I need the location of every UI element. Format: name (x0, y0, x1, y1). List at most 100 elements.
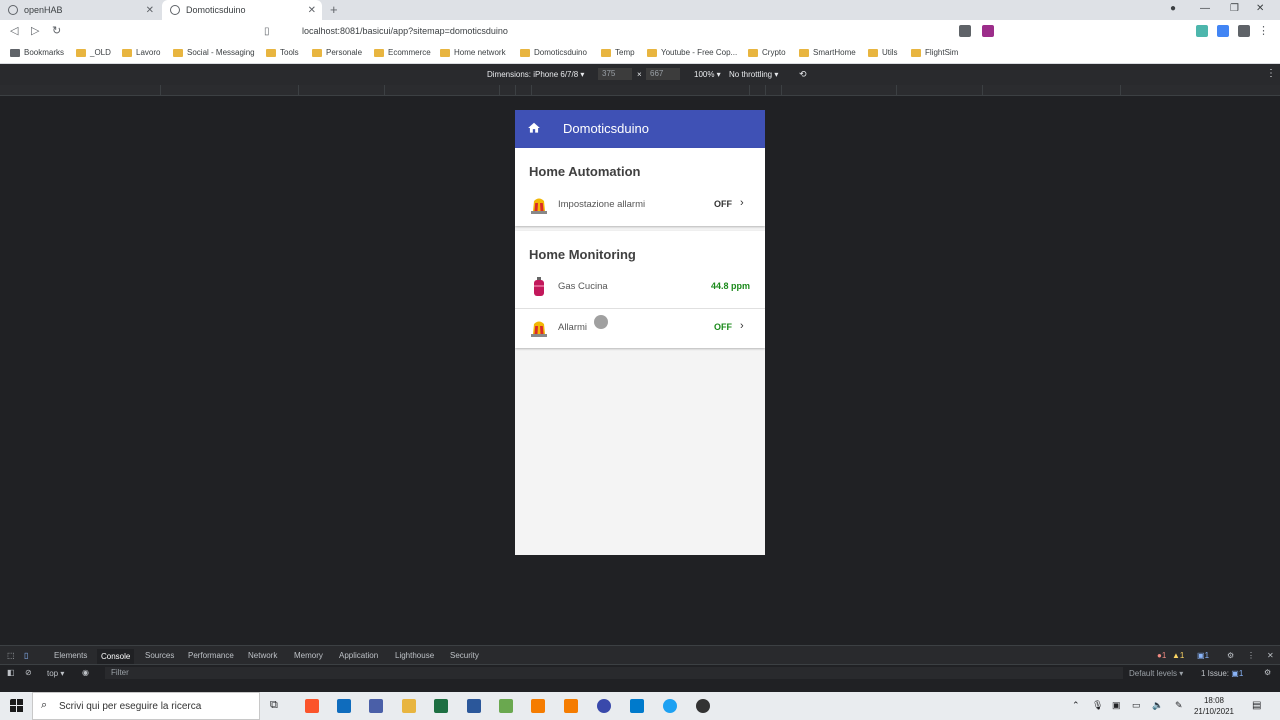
tab-lighthouse[interactable]: Lighthouse (395, 651, 434, 660)
extension-icon[interactable] (1217, 25, 1229, 37)
app-icon[interactable] (663, 699, 677, 713)
taskbar-search[interactable]: ⌕ Scrivi qui per eseguire la ricerca (32, 692, 260, 720)
list-item-impostazione-allarmi[interactable]: Impostazione allarmi OFF › (515, 186, 765, 226)
tab-openhab[interactable]: openHAB ✕ (0, 0, 160, 20)
app-tray-icon[interactable]: ▣ (1112, 700, 1121, 711)
xampp-icon[interactable] (531, 699, 545, 713)
bookmark-icon[interactable]: ▯ (264, 26, 270, 37)
search-input[interactable]: Scrivi qui per eseguire la ricerca (59, 701, 201, 712)
back-icon[interactable]: ◁ (10, 24, 18, 37)
bookmark-folder[interactable]: Utils (868, 48, 898, 57)
home-icon[interactable] (527, 121, 541, 135)
bookmark-folder[interactable]: Temp (601, 48, 635, 57)
app-icon[interactable] (499, 699, 513, 713)
tab-network[interactable]: Network (248, 651, 277, 660)
bookmark-folder[interactable]: FlightSim (911, 48, 958, 57)
close-icon[interactable]: ✕ (146, 5, 154, 16)
bookmark-folder[interactable]: Home network (440, 48, 506, 57)
more-options-icon[interactable]: ⋮ (1247, 651, 1255, 660)
restore-icon[interactable]: ❐ (1230, 3, 1239, 14)
sidebar-toggle-icon[interactable]: ◧ (7, 668, 15, 677)
tab-search-icon[interactable]: ● (1170, 3, 1176, 14)
url-text[interactable]: localhost:8081/basicui/app?sitemap=domot… (302, 26, 508, 36)
windows-start-icon[interactable] (10, 699, 24, 713)
notification-icon[interactable]: ▤ (1252, 700, 1261, 711)
brave-icon[interactable] (305, 699, 319, 713)
more-options-icon[interactable]: ⋮ (1266, 68, 1276, 79)
forward-icon[interactable]: ▷ (31, 24, 39, 37)
minimize-icon[interactable]: — (1200, 3, 1210, 14)
app-icon[interactable] (369, 699, 383, 713)
pen-icon[interactable]: ✎ (1175, 700, 1183, 711)
extension-icon[interactable] (1196, 25, 1208, 37)
throttling-select[interactable]: No throttling ▾ (729, 70, 778, 79)
rotate-icon[interactable]: ⟲ (799, 69, 807, 80)
reload-icon[interactable]: ↻ (52, 24, 61, 37)
microphone-icon[interactable]: 🎙 (1092, 700, 1103, 711)
bookmarks-icon (10, 48, 20, 57)
settings-gear-icon[interactable]: ⚙ (1264, 668, 1271, 677)
bookmark-folder[interactable]: _OLD (76, 48, 111, 57)
bookmark-folder[interactable]: Personale (312, 48, 362, 57)
xampp-icon[interactable] (564, 699, 578, 713)
new-tab-button[interactable]: + (330, 2, 338, 17)
zoom-select[interactable]: 100% ▾ (694, 70, 721, 79)
volume-icon[interactable]: 🔈 (1152, 700, 1163, 711)
menu-icon[interactable]: ⋮ (1258, 25, 1270, 37)
tab-application[interactable]: Application (339, 651, 378, 660)
excel-icon[interactable] (434, 699, 448, 713)
bookmark-folder[interactable]: Ecommerce (374, 48, 431, 57)
address-bar[interactable]: ▯ localhost:8081/basicui/app?sitemap=dom… (264, 23, 1000, 41)
tray-chevron-icon[interactable]: ⌃ (1072, 700, 1080, 711)
tab-security[interactable]: Security (450, 651, 479, 660)
list-item-allarmi[interactable]: Allarmi OFF › (515, 309, 765, 349)
bookmark-folder[interactable]: Youtube - Free Cop... (647, 48, 737, 57)
outlook-icon[interactable] (337, 699, 351, 713)
bookmark-item[interactable]: Bookmarks (10, 48, 64, 57)
levels-select[interactable]: Default levels ▾ (1129, 669, 1183, 678)
bookmark-folder[interactable]: Domoticsduino (520, 48, 587, 57)
eye-icon[interactable]: ◉ (82, 668, 89, 677)
brave-rewards-icon[interactable] (982, 25, 994, 37)
error-count[interactable]: ●1 (1157, 651, 1166, 660)
width-input[interactable]: 375 (598, 68, 632, 80)
close-window-icon[interactable]: ✕ (1256, 3, 1264, 14)
height-input[interactable]: 667 (646, 68, 680, 80)
bookmark-folder[interactable]: Crypto (748, 48, 786, 57)
network-icon[interactable]: ▭ (1132, 700, 1141, 711)
device-select[interactable]: Dimensions: iPhone 6/7/8 ▾ (487, 70, 584, 79)
tab-sources[interactable]: Sources (145, 651, 174, 660)
vpn-icon[interactable] (597, 699, 611, 713)
obs-icon[interactable] (696, 699, 710, 713)
item-value: 44.8 ppm (711, 281, 751, 291)
warning-count[interactable]: ▲1 (1172, 651, 1184, 660)
tab-performance[interactable]: Performance (188, 651, 234, 660)
clear-console-icon[interactable]: ⊘ (25, 668, 32, 677)
context-select[interactable]: top ▾ (47, 669, 64, 678)
console-output[interactable] (0, 682, 1280, 692)
filter-input[interactable]: Filter (105, 667, 1123, 679)
clock[interactable]: 18:08 21/10/2021 (1194, 695, 1234, 717)
task-view-icon[interactable]: ⧉ (270, 699, 284, 713)
bookmark-folder[interactable]: Social - Messaging (173, 48, 255, 57)
globe-icon (170, 5, 180, 15)
word-icon[interactable] (467, 699, 481, 713)
brave-shield-icon[interactable] (959, 25, 971, 37)
file-explorer-icon[interactable] (402, 699, 416, 713)
settings-gear-icon[interactable]: ⚙ (1227, 651, 1234, 660)
tab-memory[interactable]: Memory (294, 651, 323, 660)
close-icon[interactable]: ✕ (308, 5, 316, 16)
device-toggle-icon[interactable]: ▯ (24, 651, 28, 660)
message-count[interactable]: ▣1 (1197, 651, 1209, 660)
bookmark-folder[interactable]: Tools (266, 48, 299, 57)
tab-console[interactable]: Console (97, 649, 135, 664)
inspect-icon[interactable]: ⬚ (7, 651, 15, 660)
bookmark-folder[interactable]: SmartHome (799, 48, 856, 57)
tab-domoticsduino[interactable]: Domoticsduino ✕ (162, 0, 322, 20)
bookmark-folder[interactable]: Lavoro (122, 48, 160, 57)
issues-button[interactable]: 1 Issue: ▣1 (1201, 669, 1243, 678)
extensions-puzzle-icon[interactable] (1238, 25, 1250, 37)
vscode-icon[interactable] (630, 699, 644, 713)
tab-elements[interactable]: Elements (54, 651, 87, 660)
close-icon[interactable]: ✕ (1267, 651, 1274, 660)
